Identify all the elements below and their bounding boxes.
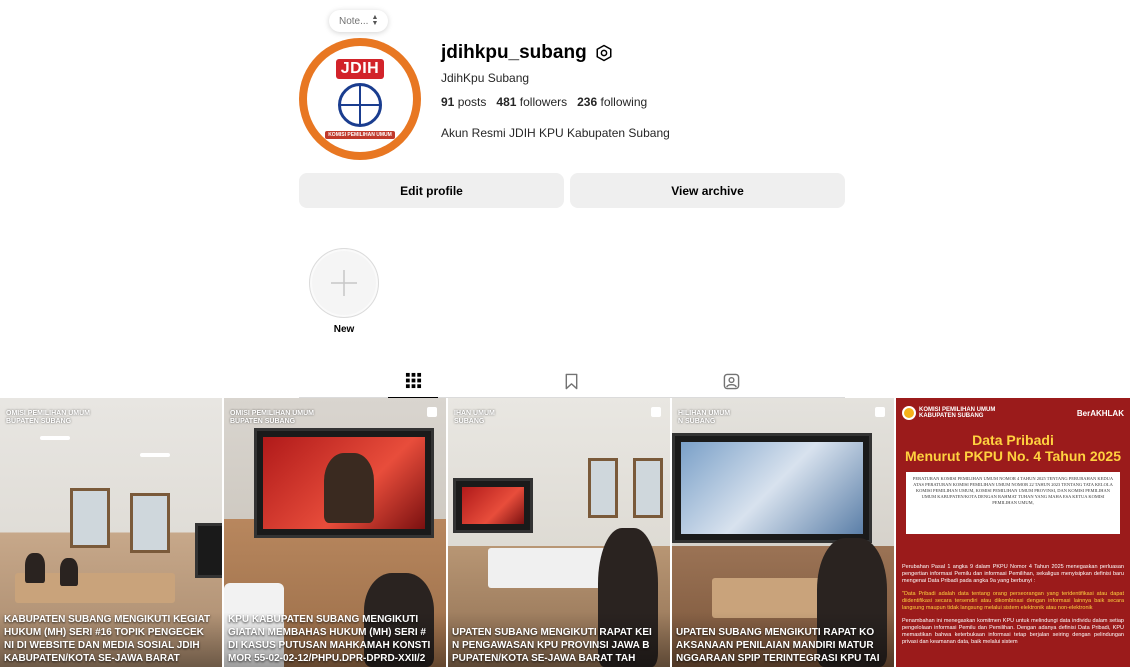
doc-box: PERATURAN KOMISI PEMILIHAN UMUM NOMOR 4 … — [906, 472, 1120, 534]
caption-line: PUPATEN/KOTA SE-JAWA BARAT TAH — [452, 653, 636, 664]
post-caption: KPU KABUPATEN SUBANG MENGIKUTI GIATAN ME… — [224, 613, 446, 667]
window-shape — [588, 458, 618, 518]
post-tile[interactable]: HILIHAN UMUM N SUBANG UPATEN SUBANG MENG… — [672, 398, 894, 667]
doc-header-right: BerAKHLAK — [1076, 408, 1124, 418]
post-tile[interactable]: OMISI PEMILIHAN UMUM BUPATEN SUBANG KABU… — [0, 398, 222, 667]
tagged-icon — [723, 373, 739, 389]
caption-line: GIATAN MEMBAHAS HUKUM (MH) SERI # — [228, 627, 426, 638]
post-tile[interactable]: KOMISI PEMILIHAN UMUM KABUPATEN SUBANG B… — [896, 398, 1130, 667]
posts-count: 91 — [441, 95, 455, 109]
carousel-icon — [651, 407, 661, 417]
following-count: 236 — [577, 95, 598, 109]
caption-line: NI DI WEBSITE DAN MEDIA SOSIAL JDIH — [4, 640, 200, 651]
posts-stat: 91 posts — [441, 95, 486, 109]
caption-line: AKSANAAN PENILAIAN MANDIRI MATUR — [676, 640, 874, 651]
doc-paragraph: Penambahan ini menegaskan komitmen KPU u… — [902, 618, 1124, 645]
post-brand: IHAN UMUM SUBANG — [454, 410, 495, 425]
gear-icon[interactable] — [595, 44, 613, 62]
carousel-icon — [875, 407, 885, 417]
avatar-logo: JDIH KOMISI PEMILIHAN UMUM — [307, 46, 413, 152]
doc-paragraph: Perubahan Pasal 1 angka 9 dalam PKPU Nom… — [902, 564, 1124, 584]
caption-line: UPATEN SUBANG MENGIKUTI RAPAT KO — [676, 627, 875, 638]
post-brand: OMISI PEMILIHAN UMUM BUPATEN SUBANG — [230, 410, 314, 425]
caption-line: DI KASUS PUTUSAN MAHKAMAH KONSTI — [228, 640, 431, 651]
globe-icon — [338, 83, 382, 127]
followers-count: 481 — [496, 95, 517, 109]
profile-page: JDIH KOMISI PEMILIHAN UMUM Note... ▲ ▼ jd… — [0, 0, 1130, 667]
screen-shape — [195, 523, 222, 578]
caption-line: UPATEN SUBANG MENGIKUTI RAPAT KEI — [452, 627, 652, 638]
person-shape — [60, 558, 78, 586]
avatar-ring: JDIH KOMISI PEMILIHAN UMUM — [299, 38, 421, 160]
caption-line: KPU KABUPATEN SUBANG MENGIKUTI — [228, 614, 419, 625]
light-shape — [40, 436, 70, 440]
caption-line: KABUPATEN/KOTA SE-JAWA BARAT — [4, 653, 180, 664]
new-highlight-label: New — [333, 324, 355, 335]
screen-shape — [453, 478, 533, 533]
tab-tagged[interactable] — [706, 364, 756, 398]
caption-line: MOR 55-02-02-12/PHPU.DPR-DPRD-XXII/2 — [228, 653, 426, 664]
stepper-icon: ▲ ▼ — [371, 14, 379, 27]
doc-paragraph: "Data Pribadi adalah data tentang orang … — [902, 591, 1124, 611]
note-text: Note... — [339, 15, 369, 27]
username-row: jdihkpu_subang — [441, 42, 613, 64]
person-shape — [324, 453, 374, 523]
new-highlight-button[interactable] — [309, 248, 379, 318]
grid-icon — [405, 372, 421, 389]
post-brand: OMISI PEMILIHAN UMUM BUPATEN SUBANG — [6, 410, 90, 425]
plus-icon — [331, 270, 357, 296]
screen-content — [462, 487, 524, 524]
doc-logos: KOMISI PEMILIHAN UMUM KABUPATEN SUBANG — [902, 406, 995, 420]
bookmark-icon — [565, 373, 577, 389]
post-brand: HILIHAN UMUM N SUBANG — [678, 410, 731, 425]
doc-body: Perubahan Pasal 1 angka 9 dalam PKPU Nom… — [902, 564, 1124, 646]
avatar-logo-text: JDIH — [335, 59, 385, 79]
followers-label: followers — [519, 95, 568, 109]
posts-grid: OMISI PEMILIHAN UMUM BUPATEN SUBANG KABU… — [0, 398, 1130, 667]
post-tile[interactable]: IHAN UMUM SUBANG UPATEN SUBANG MENGIKUTI… — [448, 398, 670, 667]
post-tile[interactable]: OMISI PEMILIHAN UMUM BUPATEN SUBANG KPU … — [224, 398, 446, 667]
person-shape — [25, 553, 45, 583]
note-bubble[interactable]: Note... ▲ ▼ — [329, 10, 389, 32]
post-caption: KABUPATEN SUBANG MENGIKUTI KEGIAT HUKUM … — [0, 613, 222, 667]
avatar-logo-ribbon: KOMISI PEMILIHAN UMUM — [325, 131, 395, 139]
doc-subtitle: Menurut PKPU No. 4 Tahun 2025 — [905, 448, 1121, 464]
followers-stat[interactable]: 481 followers — [496, 95, 567, 109]
edit-profile-button[interactable]: Edit profile — [299, 173, 564, 208]
following-stat[interactable]: 236 following — [577, 95, 647, 109]
full-name: JdihKpu Subang — [441, 71, 530, 85]
tab-posts[interactable] — [388, 364, 438, 398]
window-shape — [130, 493, 170, 553]
view-archive-button[interactable]: View archive — [570, 173, 845, 208]
window-shape — [70, 488, 110, 548]
doc-title: Data Pribadi — [972, 432, 1054, 448]
window-shape — [633, 458, 663, 518]
caption-line: NGGARAAN SPIP TERINTEGRASI KPU TAI — [676, 653, 880, 664]
username: jdihkpu_subang — [441, 42, 587, 63]
post-caption: UPATEN SUBANG MENGIKUTI RAPAT KEI N PENG… — [448, 626, 670, 667]
doc-header-left: KOMISI PEMILIHAN UMUM KABUPATEN SUBANG — [919, 407, 996, 419]
screen-content — [681, 442, 863, 534]
doc-header: KOMISI PEMILIHAN UMUM KABUPATEN SUBANG B… — [902, 398, 1124, 428]
profile-avatar[interactable]: JDIH KOMISI PEMILIHAN UMUM Note... ▲ ▼ — [299, 10, 421, 160]
following-label: following — [600, 95, 648, 109]
caption-line: HUKUM (MH) SERI #16 TOPIK PENGECEK — [4, 627, 204, 638]
carousel-icon — [427, 407, 437, 417]
post-caption: UPATEN SUBANG MENGIKUTI RAPAT KO AKSANAA… — [672, 626, 894, 667]
screen-shape — [672, 433, 872, 543]
tab-saved[interactable] — [546, 364, 596, 398]
caption-line: N PENGAWASAN KPU PROVINSI JAWA B — [452, 640, 650, 651]
light-shape — [140, 453, 170, 457]
caption-line: KABUPATEN SUBANG MENGIKUTI KEGIAT — [4, 614, 211, 625]
bio: Akun Resmi JDIH KPU Kabupaten Subang — [441, 126, 670, 140]
profile-stats: 91 posts 481 followers 236 following — [441, 95, 647, 109]
posts-label: posts — [457, 95, 487, 109]
kpu-logo-icon — [902, 406, 916, 420]
